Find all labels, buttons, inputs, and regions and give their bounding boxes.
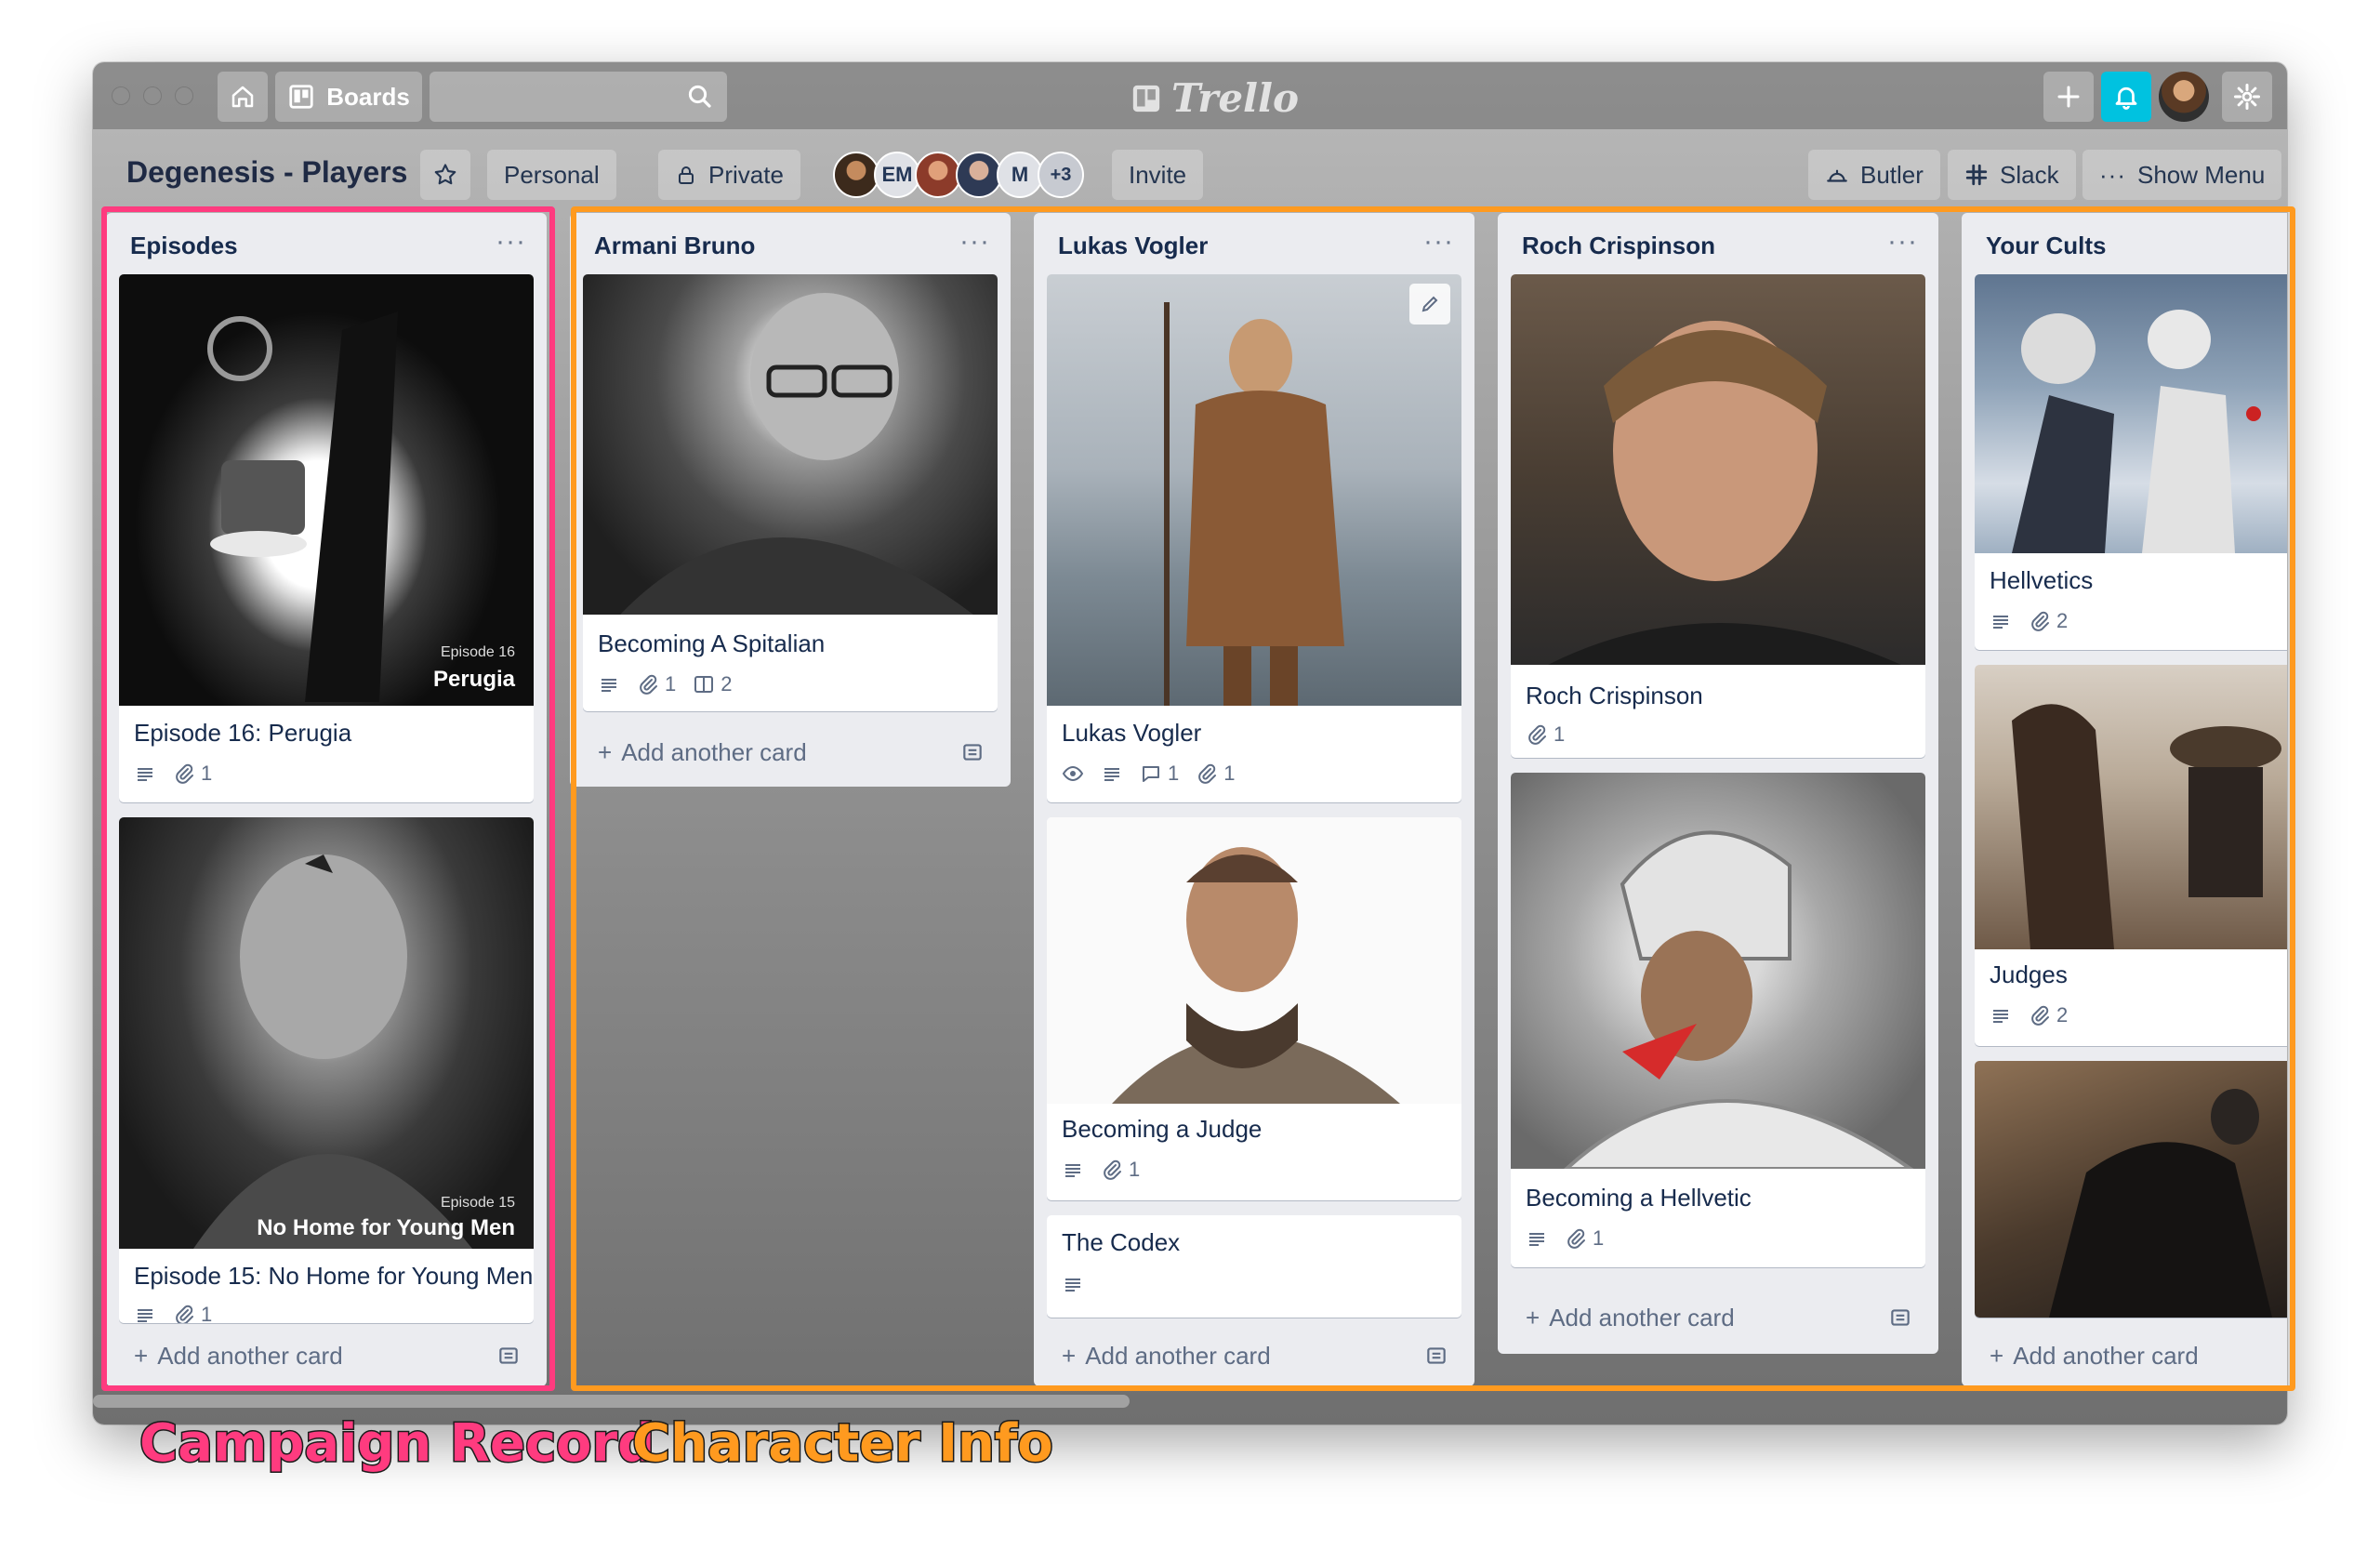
logo-text: Trello <box>1171 75 1299 121</box>
settings-button[interactable] <box>2222 72 2272 122</box>
boards-button[interactable]: Boards <box>275 72 422 122</box>
member-avatar[interactable]: M <box>997 152 1043 198</box>
slack-icon <box>1965 164 1988 186</box>
more-members-badge[interactable]: +3 <box>1038 152 1084 198</box>
campaign-record-label: Campaign Record <box>138 1412 655 1476</box>
search-input[interactable] <box>430 72 727 122</box>
campaign-record-highlight <box>101 206 555 1391</box>
butler-label: Butler <box>1860 160 1924 189</box>
trello-logo-icon <box>1132 85 1160 112</box>
home-button[interactable] <box>218 72 268 122</box>
visibility-button[interactable]: Private <box>658 150 800 200</box>
star-board-button[interactable] <box>420 150 470 200</box>
lock-icon <box>679 166 694 184</box>
bell-icon <box>2115 86 2137 110</box>
home-icon <box>231 86 254 108</box>
member-avatar[interactable]: EM <box>874 152 920 198</box>
search-icon <box>688 85 711 108</box>
member-avatar[interactable] <box>833 152 879 198</box>
member-avatar[interactable] <box>956 152 1002 198</box>
user-avatar[interactable] <box>2159 72 2209 122</box>
show-menu-button[interactable]: ··· Show Menu <box>2082 150 2282 200</box>
slack-button[interactable]: Slack <box>1948 150 2076 200</box>
character-info-label: Character Info <box>631 1412 1055 1476</box>
trello-logo[interactable]: Trello <box>1130 75 1299 121</box>
ellipsis-icon: ··· <box>2099 160 2126 189</box>
butler-button[interactable]: Butler <box>1808 150 1940 200</box>
team-label: Personal <box>504 160 600 189</box>
top-nav-bar: Boards Trello <box>93 62 2287 129</box>
window-controls <box>112 86 193 105</box>
plus-icon <box>2057 86 2080 108</box>
zoom-window-button[interactable] <box>175 86 193 105</box>
minimize-window-button[interactable] <box>143 86 162 105</box>
visibility-label: Private <box>708 160 784 189</box>
show-menu-label: Show Menu <box>2136 160 2266 189</box>
butler-icon <box>1827 169 1847 182</box>
invite-label: Invite <box>1129 160 1187 189</box>
notifications-button[interactable] <box>2101 72 2151 122</box>
gear-icon <box>2234 84 2260 110</box>
member-avatar[interactable] <box>915 152 961 198</box>
team-button[interactable]: Personal <box>487 150 616 200</box>
board-header: Degenesis - Players Personal Private EM … <box>93 129 2287 213</box>
invite-button[interactable]: Invite <box>1112 150 1204 200</box>
create-button[interactable] <box>2043 72 2094 122</box>
board-title[interactable]: Degenesis - Players <box>126 155 407 190</box>
character-info-highlight <box>571 206 2295 1391</box>
close-window-button[interactable] <box>112 86 130 105</box>
boards-icon <box>289 85 313 109</box>
star-icon <box>434 164 456 185</box>
slack-label: Slack <box>2000 160 2059 189</box>
boards-label: Boards <box>326 82 410 111</box>
board-horizontal-scrollbar[interactable] <box>93 1395 1130 1408</box>
